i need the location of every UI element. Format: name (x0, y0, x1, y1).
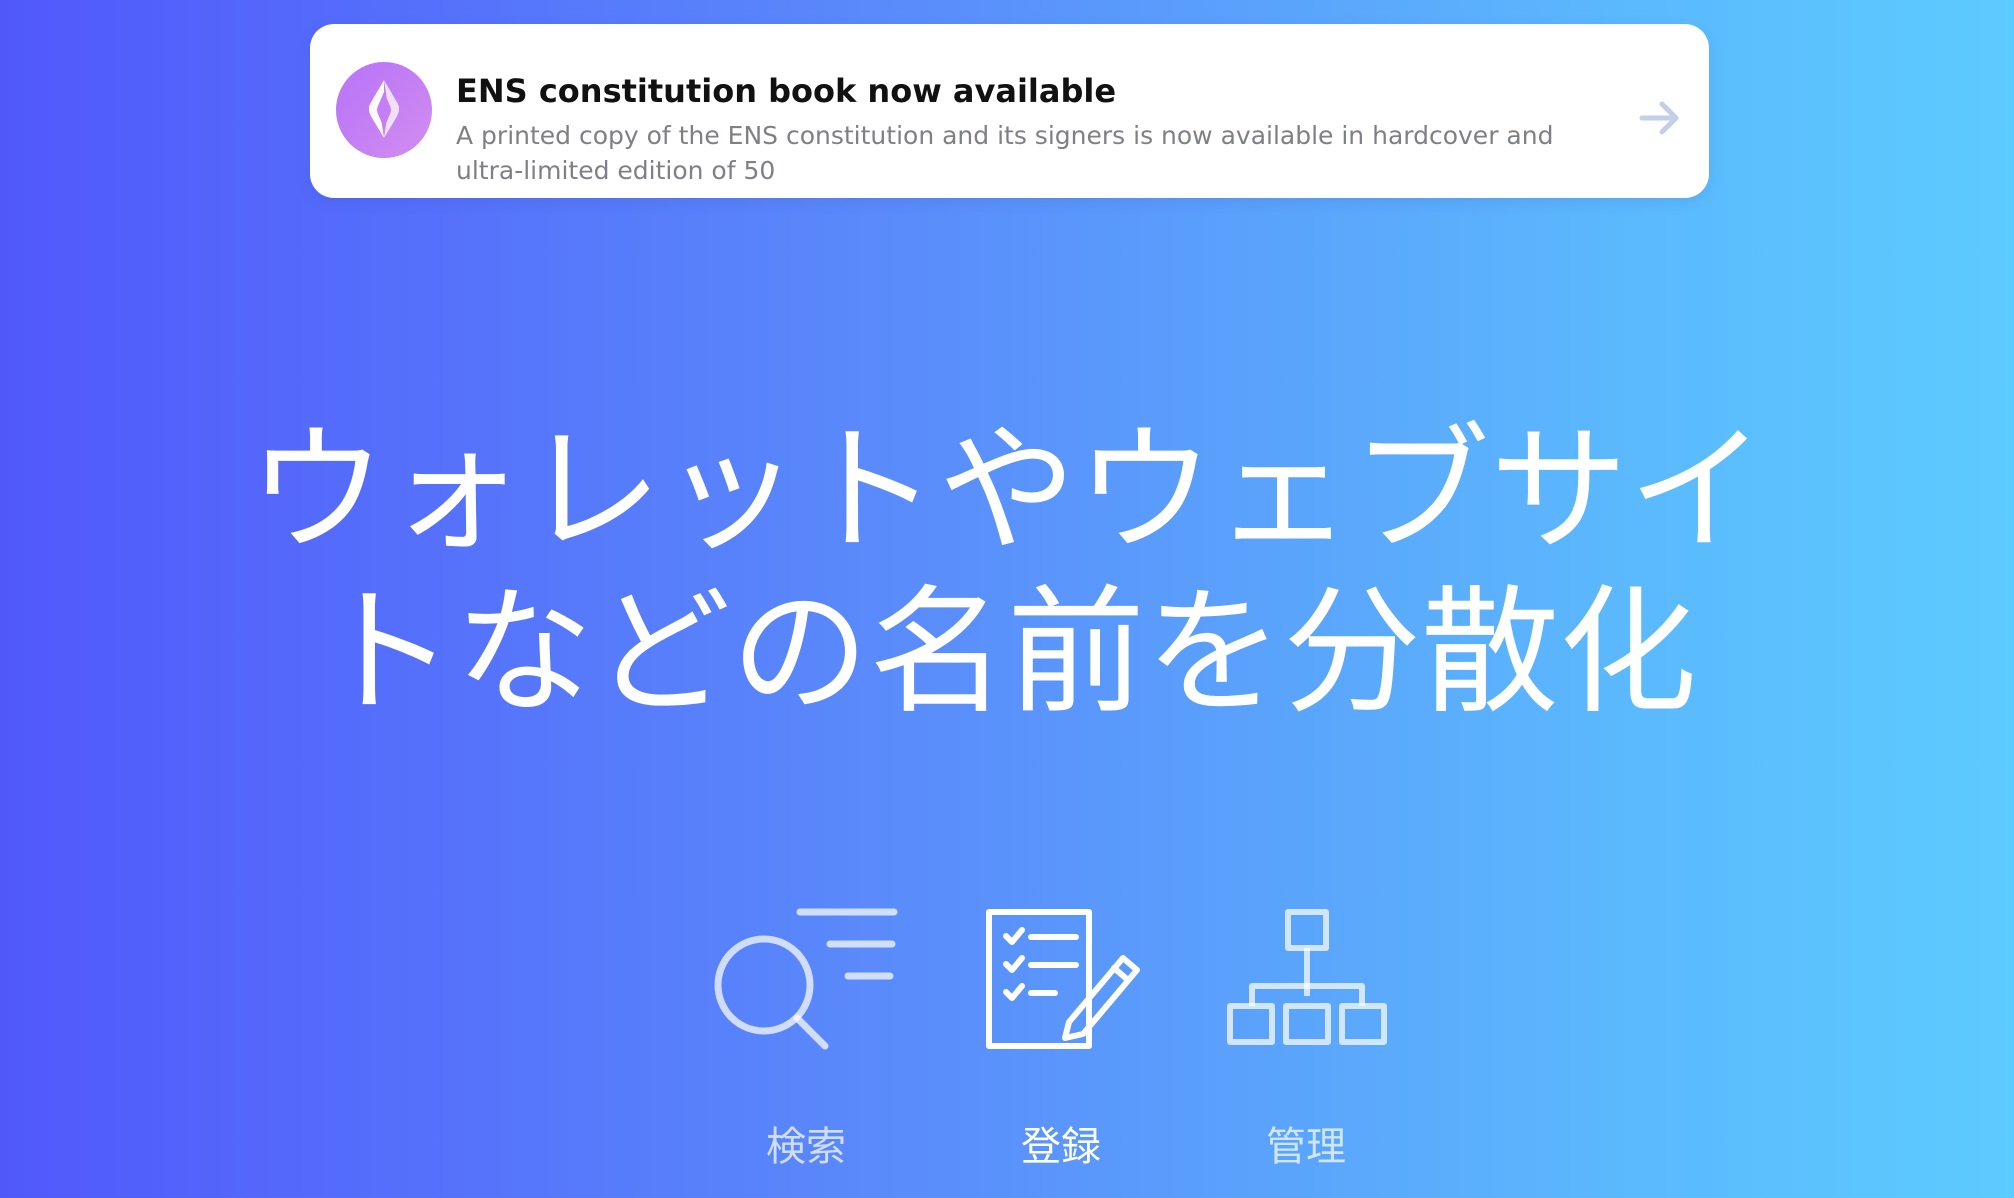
arrow-right-icon[interactable] (1638, 98, 1682, 138)
hero-headline: ウォレットやウェブサイ トなどの名前を分散化 (200, 410, 1814, 734)
search-icon (714, 908, 898, 1050)
hero-line-1: ウォレットやウェブサイ (247, 410, 1766, 571)
banner-description: A printed copy of the ENS constitution a… (456, 121, 1554, 185)
checklist-pen-icon (986, 909, 1140, 1049)
feature-register-label: 登録 (1021, 1124, 1101, 1170)
feature-search-label: 検索 (766, 1124, 846, 1170)
feature-search[interactable]: 検索 (696, 900, 916, 1180)
announcement-banner[interactable]: ENS constitution book now available A pr… (310, 24, 1709, 198)
banner-title: ENS constitution book now available (456, 72, 1117, 110)
hero-line-2: トなどの名前を分散化 (316, 572, 1697, 733)
hierarchy-icon (1227, 909, 1387, 1045)
feature-manage[interactable]: 管理 (1196, 900, 1416, 1180)
feature-register[interactable]: 登録 (951, 900, 1171, 1180)
ens-logo-icon (336, 62, 432, 158)
feature-manage-label: 管理 (1266, 1124, 1346, 1170)
